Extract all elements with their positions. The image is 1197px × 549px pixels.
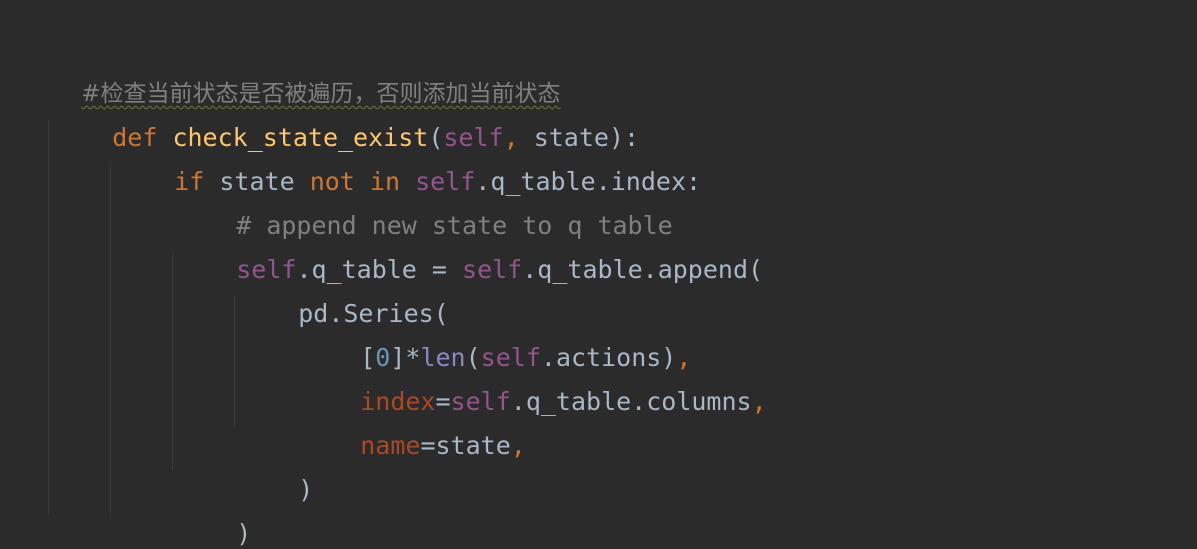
- code-line-4[interactable]: # append new state to q table: [176, 166, 673, 240]
- indent-guide-1: [48, 120, 49, 515]
- code-line-1[interactable]: #检查当前状态是否被遍历，否则添加当前状态: [52, 34, 560, 107]
- close-paren: ): [236, 519, 252, 548]
- code-line-11[interactable]: ): [176, 474, 251, 548]
- state-value: =state: [420, 431, 511, 460]
- code-line-6[interactable]: pd.Series(: [238, 254, 449, 328]
- code-line-10[interactable]: ): [238, 430, 313, 504]
- arg-comma: ,: [510, 431, 526, 460]
- name-kwarg: name: [360, 431, 421, 460]
- arg-comma: ,: [751, 387, 767, 416]
- code-line-7[interactable]: [0]*len(self.actions),: [300, 298, 691, 372]
- code-line-9[interactable]: name=state,: [300, 386, 526, 460]
- code-line-3[interactable]: if state not in self.q_table.index:: [114, 122, 701, 196]
- append-call: .q_table.append(: [522, 255, 764, 284]
- columns-attr: .q_table.columns: [510, 387, 752, 416]
- close-paren: ): [298, 475, 314, 504]
- code-line-5[interactable]: self.q_table = self.q_table.append(: [176, 210, 763, 284]
- indent-guide-4: [234, 296, 235, 426]
- code-editor[interactable]: #检查当前状态是否被遍历，否则添加当前状态 def check_state_ex…: [0, 0, 1197, 549]
- code-line-2[interactable]: def check_state_exist(self, state):: [52, 78, 639, 152]
- code-line-8[interactable]: index=self.q_table.columns,: [300, 342, 766, 416]
- indent-guide-3: [172, 252, 173, 470]
- indent-guide-2: [110, 164, 111, 515]
- self-ref: self: [462, 255, 523, 284]
